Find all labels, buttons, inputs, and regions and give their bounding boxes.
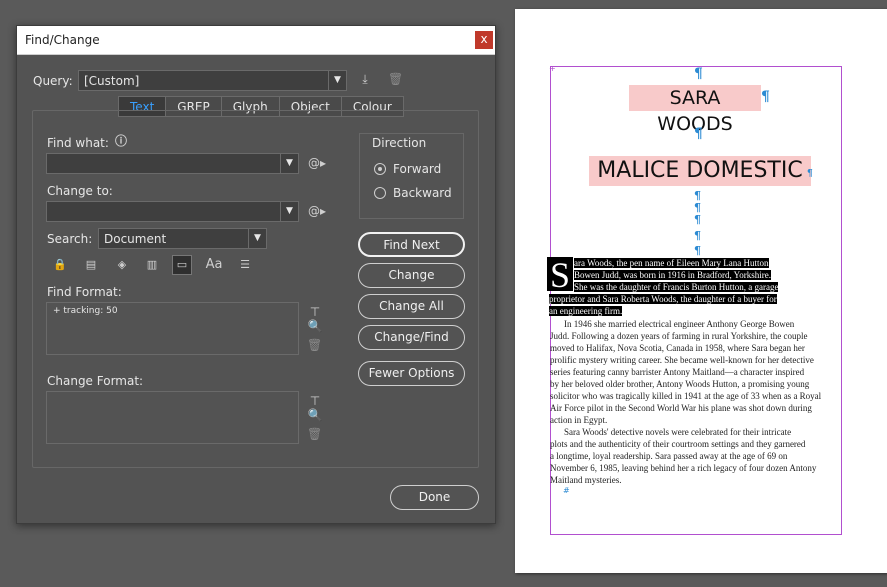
pilcrow-mark: ¶	[694, 213, 701, 226]
pilcrow-mark: ¶	[694, 126, 703, 142]
document-page: + ¶ SARA WOODS ¶ ¶ MALICE DOMESTIC ¶ ¶ ¶…	[515, 9, 887, 573]
para2-line: Judd. Following a dozen years of farming…	[550, 331, 808, 341]
change-all-button[interactable]: Change All	[358, 294, 465, 319]
para1-line: an engineering firm.	[549, 306, 623, 316]
para2-line: series featuring canny barrister Antony …	[550, 367, 805, 377]
frame-corner-mark: +	[549, 64, 556, 73]
change-button[interactable]: Change	[358, 263, 465, 288]
para3-line: Sara Woods' detective novels were celebr…	[564, 427, 792, 437]
chevron-down-icon: ▼	[328, 71, 346, 90]
find-format-label: Find Format:	[47, 285, 122, 299]
clear-change-format-icon[interactable]: 🗑	[307, 427, 322, 441]
close-button[interactable]: x	[475, 31, 493, 49]
find-format-value: + tracking: 50	[53, 306, 118, 316]
para1-line: She was the daughter of Francis Burton H…	[574, 282, 779, 292]
pilcrow-mark: ¶	[694, 229, 701, 242]
para2-line: moved to Halifax, Nova Scotia, Canada in…	[550, 343, 805, 353]
heading-title: MALICE DOMESTIC	[589, 156, 811, 186]
include-hidden-layers-icon[interactable]: ◈	[113, 256, 131, 274]
done-button[interactable]: Done	[390, 485, 479, 510]
query-dropdown[interactable]: [Custom] ▼	[78, 70, 347, 91]
para3-line: a longtime, loyal readership. Sara passe…	[550, 451, 788, 461]
para2-line: prolific mystery writing career. She bec…	[550, 355, 814, 365]
include-locked-layers-icon[interactable]: 🔒	[51, 256, 69, 274]
change-format-box[interactable]	[46, 391, 299, 444]
direction-label: Direction	[372, 136, 427, 150]
heading-author: SARA WOODS	[629, 85, 761, 135]
info-icon[interactable]: ⓘ	[114, 134, 128, 148]
para2-line: Air Force pilot in the Second World War …	[550, 403, 812, 413]
direction-forward-label[interactable]: Forward	[393, 162, 441, 176]
search-scope-dropdown[interactable]: Document ▼	[98, 228, 267, 249]
find-change-dialog: Find/Change x Query: [Custom] ▼ ⤓ 🗑 Text…	[16, 25, 496, 524]
clear-find-format-icon[interactable]: 🗑	[307, 338, 322, 352]
para3-line: Maitland mysteries.	[550, 475, 622, 485]
find-what-label: Find what:	[47, 136, 109, 150]
para3-line: plots and the authenticity of their cour…	[550, 439, 806, 449]
chevron-down-icon[interactable]: ▼	[280, 202, 298, 221]
special-characters-icon[interactable]: @▸	[308, 156, 326, 170]
para2-line: by her beloved older brother, Antony Woo…	[550, 379, 810, 389]
find-what-input[interactable]: ▼	[46, 153, 299, 174]
change-format-label: Change Format:	[47, 374, 144, 388]
search-scope-value: Document	[104, 232, 167, 246]
pilcrow-mark: ¶	[694, 244, 701, 257]
direction-backward-radio[interactable]	[374, 187, 386, 199]
whole-word-icon[interactable]: ☰	[236, 256, 254, 274]
para2-line: action in Egypt.	[550, 415, 608, 425]
include-footnotes-icon[interactable]: ▭	[172, 255, 192, 275]
save-query-icon[interactable]: ⤓	[357, 72, 373, 86]
direction-forward-radio[interactable]	[374, 163, 386, 175]
end-of-story-mark: #	[563, 486, 570, 495]
fewer-options-button[interactable]: Fewer Options	[358, 361, 465, 386]
para2-line: solicitor who was tragically killed in 1…	[550, 391, 822, 401]
case-sensitive-icon[interactable]: Aa	[205, 256, 223, 274]
delete-query-icon[interactable]: 🗑	[388, 72, 403, 86]
pilcrow-mark: ¶	[694, 66, 703, 82]
special-characters-icon[interactable]: @▸	[308, 204, 326, 218]
include-master-pages-icon[interactable]: ▥	[143, 256, 161, 274]
query-label: Query:	[33, 74, 73, 88]
pilcrow-mark: ¶	[761, 89, 770, 105]
change-to-label: Change to:	[47, 184, 113, 198]
para1-line: Bowen Judd, was born in 1916 in Bradford…	[574, 270, 771, 280]
search-label: Search:	[47, 232, 93, 246]
specify-find-format-icon[interactable]: ⊤🔍	[306, 305, 324, 333]
pilcrow-mark: ¶	[807, 169, 813, 179]
dialog-title: Find/Change	[25, 33, 100, 47]
title-bar[interactable]: Find/Change x	[17, 26, 495, 55]
query-value: [Custom]	[84, 74, 140, 88]
specify-change-format-icon[interactable]: ⊤🔍	[306, 394, 324, 422]
find-format-box[interactable]: + tracking: 50	[46, 302, 299, 355]
para1-line: proprietor and Sara Roberta Woods, the d…	[549, 294, 777, 304]
find-next-button[interactable]: Find Next	[358, 232, 465, 257]
include-locked-stories-icon[interactable]: ▤	[82, 256, 100, 274]
change-to-input[interactable]: ▼	[46, 201, 299, 222]
para3-line: November 6, 1985, leaving behind her a r…	[550, 463, 817, 473]
drop-cap: S	[547, 257, 573, 293]
change-find-button[interactable]: Change/Find	[358, 325, 465, 350]
chevron-down-icon: ▼	[248, 229, 266, 248]
chevron-down-icon[interactable]: ▼	[280, 154, 298, 173]
direction-backward-label[interactable]: Backward	[393, 186, 452, 200]
para2-line: In 1946 she married electrical engineer …	[564, 319, 795, 329]
para1-line: ara Woods, the pen name of Eileen Mary L…	[574, 258, 769, 268]
